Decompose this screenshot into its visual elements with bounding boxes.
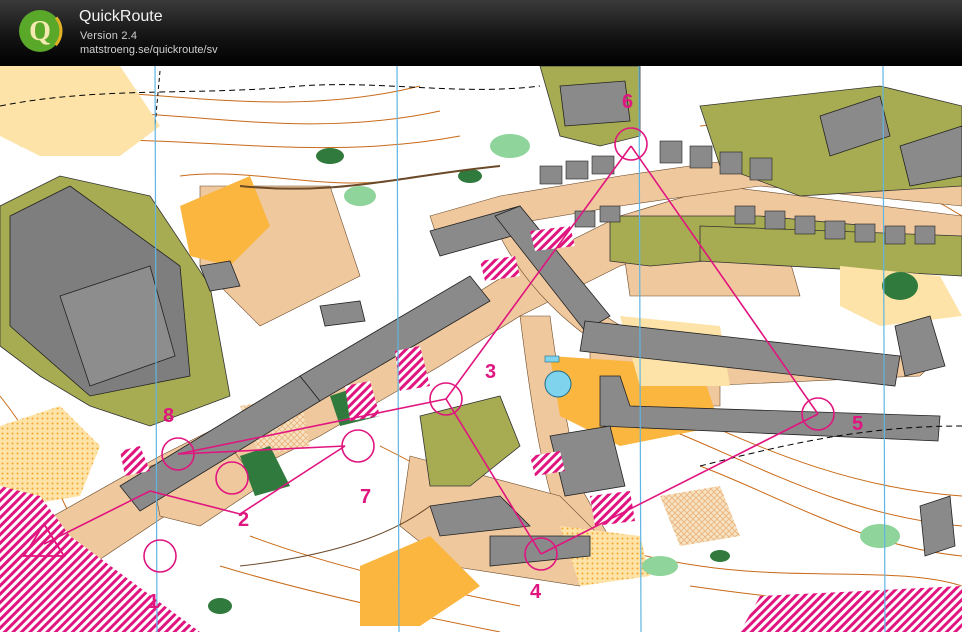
control-number-6: 6	[622, 91, 633, 113]
title-bar: Q QuickRoute Version 2.4 matstroeng.se/q…	[0, 0, 962, 66]
logo-letter: Q	[29, 16, 51, 47]
app-url: matstroeng.se/quickroute/sv	[80, 44, 218, 56]
orienteering-map[interactable]: 1 2 3 4 5 6 7 8	[0, 66, 962, 632]
app-title: QuickRoute	[79, 8, 163, 25]
control-number-2: 2	[238, 509, 249, 531]
map-canvas[interactable]: 1 2 3 4 5 6 7 8	[0, 66, 962, 632]
control-number-5: 5	[852, 413, 863, 435]
control-number-1: 1	[148, 591, 159, 613]
app-version: Version 2.4	[80, 30, 138, 42]
control-number-8: 8	[163, 405, 174, 427]
control-number-4: 4	[530, 581, 542, 603]
control-number-3: 3	[485, 361, 496, 383]
quickroute-q-logo-icon: Q	[17, 8, 63, 54]
control-number-7: 7	[360, 486, 371, 508]
